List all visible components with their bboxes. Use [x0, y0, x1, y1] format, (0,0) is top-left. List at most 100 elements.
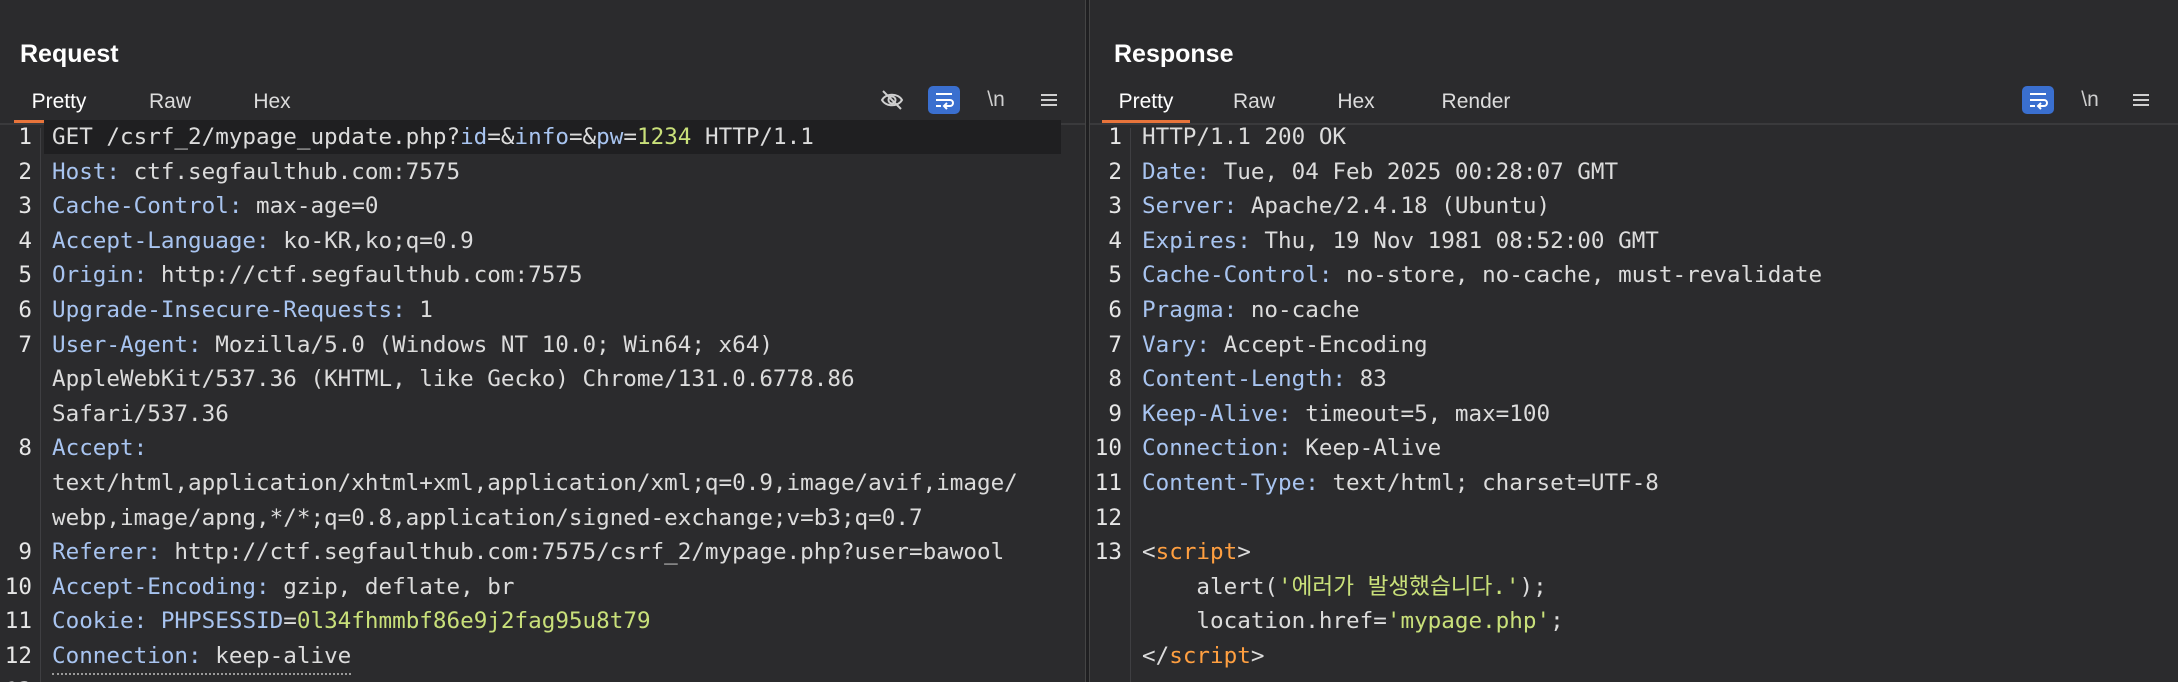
request-tab-hex[interactable]: Hex	[232, 84, 312, 124]
line-text: Referer: http://ctf.segfaulthub.com:7575…	[52, 535, 1004, 569]
request-editor[interactable]: 1 GET /csrf_2/mypage_update.php?id=&info=…	[0, 120, 1085, 682]
line-text: Pragma: no-cache	[1142, 293, 1360, 327]
code-token: text/html,application/xhtml+xml,applicat…	[52, 470, 1018, 496]
line-text: Server: Apache/2.4.18 (Ubuntu)	[1142, 189, 1550, 223]
code-line[interactable]: webp,image/apng,*/*;q=0.8,application/si…	[0, 501, 1085, 535]
code-line[interactable]: AppleWebKit/537.36 (KHTML, like Gecko) C…	[0, 362, 1085, 396]
code-line[interactable]: 10 Connection: Keep-Alive	[1090, 431, 2178, 465]
code-line[interactable]: location.href='mypage.php';	[1090, 604, 2178, 638]
code-token: Thu, 19 Nov 1981 08:52:00 GMT	[1250, 227, 1659, 254]
line-number: 11	[4, 608, 32, 635]
line-text: Upgrade-Insecure-Requests: 1	[52, 293, 433, 327]
code-token: id	[460, 124, 488, 150]
line-text: Accept-Encoding: gzip, deflate, br	[52, 570, 515, 604]
menu-icon[interactable]	[2126, 86, 2156, 114]
code-token: Connection:	[1142, 435, 1292, 462]
code-token: Accept-Language:	[52, 227, 270, 254]
eye-off-icon[interactable]	[876, 86, 908, 114]
response-tab-raw[interactable]: Raw	[1214, 84, 1294, 124]
response-tab-hex[interactable]: Hex	[1316, 84, 1396, 124]
code-token: text/html; charset=UTF-8	[1318, 470, 1659, 496]
line-number: 8	[18, 435, 32, 462]
code-token: no-store, no-cache, must-revalidate	[1332, 262, 1823, 289]
response-editor[interactable]: 1 HTTP/1.1 200 OK 2 Date: Tue, 04 Feb 2025 …	[1090, 124, 2178, 682]
line-text: Cookie: PHPSESSID=0l34fhmmbf86e9j2fag95u…	[52, 604, 651, 638]
line-text: location.href='mypage.php';	[1142, 604, 1564, 638]
code-token: Accept:	[52, 435, 148, 462]
newline-toggle[interactable]: \n	[2072, 86, 2108, 114]
wrap-icon[interactable]	[2022, 86, 2054, 114]
code-token: Apache/2.4.18 (Ubuntu)	[1237, 193, 1551, 220]
line-text: Expires: Thu, 19 Nov 1981 08:52:00 GMT	[1142, 224, 1659, 258]
code-line[interactable]: 3 Cache-Control: max-age=0	[0, 189, 1085, 223]
line-text: Accept:	[52, 431, 147, 465]
code-token: >	[1237, 539, 1251, 566]
request-tab-pretty[interactable]: Pretty	[14, 84, 104, 124]
code-line[interactable]: 11 Content-Type: text/html; charset=UTF-8	[1090, 466, 2178, 500]
menu-icon[interactable]	[1034, 86, 1064, 114]
code-line[interactable]: 6 Upgrade-Insecure-Requests: 1	[0, 293, 1085, 327]
request-tab-raw[interactable]: Raw	[130, 84, 210, 124]
response-tab-pretty[interactable]: Pretty	[1102, 84, 1190, 124]
code-line[interactable]: alert('에러가 발생했습니다.');	[1090, 570, 2178, 604]
code-line[interactable]: 13 <script>	[1090, 535, 2178, 569]
line-text: Accept-Language: ko-KR,ko;q=0.9	[52, 224, 474, 258]
code-line[interactable]: 6 Pragma: no-cache	[1090, 293, 2178, 327]
response-tabs: Pretty Raw Hex Render	[1090, 84, 2178, 124]
line-text: Connection: keep-alive	[52, 639, 352, 675]
code-token: HTTP/1.1 200 OK	[1142, 124, 1347, 150]
code-line[interactable]: 3 Server: Apache/2.4.18 (Ubuntu)	[1090, 189, 2178, 223]
code-line[interactable]: 10 Accept-Encoding: gzip, deflate, br	[0, 570, 1085, 604]
code-line[interactable]: 4 Accept-Language: ko-KR,ko;q=0.9	[0, 224, 1085, 258]
code-token: script	[1169, 643, 1251, 669]
response-title: Response	[1114, 40, 1234, 68]
code-token: alert(	[1142, 573, 1279, 600]
code-line[interactable]: 11 Cookie: PHPSESSID=0l34fhmmbf86e9j2fag9…	[0, 604, 1085, 638]
code-line[interactable]: 9 Referer: http://ctf.segfaulthub.com:757…	[0, 535, 1085, 569]
code-line[interactable]: 12 Connection: keep-alive	[0, 639, 1085, 675]
code-token: Mozilla/5.0 (Windows NT 10.0; Win64; x64…	[201, 331, 773, 358]
line-text: webp,image/apng,*/*;q=0.8,application/si…	[52, 501, 923, 535]
code-line[interactable]: 2 Host: ctf.segfaulthub.com:7575	[0, 155, 1085, 189]
code-line[interactable]: 12	[1090, 501, 2178, 535]
code-token: ;	[1550, 608, 1564, 635]
code-line[interactable]: 8 Content-Length: 83	[1090, 362, 2178, 396]
code-line[interactable]: 1 HTTP/1.1 200 OK	[1090, 120, 2178, 154]
line-number: 2	[1108, 158, 1122, 185]
newline-toggle[interactable]: \n	[978, 86, 1014, 114]
code-token: Server:	[1142, 193, 1238, 220]
code-line[interactable]: 7 Vary: Accept-Encoding	[1090, 328, 2178, 362]
line-number: 3	[18, 193, 32, 220]
code-line[interactable]: 5 Cache-Control: no-store, no-cache, must…	[1090, 258, 2178, 292]
code-token: no-cache	[1237, 297, 1360, 323]
code-line[interactable]: 7 User-Agent: Mozilla/5.0 (Windows NT 10.…	[0, 328, 1085, 362]
line-number: 1	[1108, 124, 1122, 150]
line-number: 13	[0, 674, 32, 682]
code-token: ko-KR,ko;q=0.9	[269, 227, 474, 254]
line-text: AppleWebKit/537.36 (KHTML, like Gecko) C…	[52, 362, 855, 396]
code-line[interactable]: 5 Origin: http://ctf.segfaulthub.com:7575	[0, 258, 1085, 292]
code-line[interactable]: 13	[0, 674, 1085, 682]
code-token: ctf.segfaulthub.com:7575	[120, 158, 461, 185]
code-token: Accept-Encoding	[1210, 331, 1428, 358]
line-number: 6	[1108, 297, 1122, 323]
line-number: 4	[1108, 227, 1122, 254]
code-line[interactable]: 2 Date: Tue, 04 Feb 2025 00:28:07 GMT	[1090, 155, 2178, 189]
line-number: 4	[18, 227, 32, 254]
code-line[interactable]: 9 Keep-Alive: timeout=5, max=100	[1090, 397, 2178, 431]
response-tab-render[interactable]: Render	[1426, 84, 1526, 124]
line-number: 5	[18, 262, 32, 289]
code-token: Vary:	[1142, 331, 1211, 358]
line-number: 13	[1094, 539, 1122, 566]
code-token: Content-Length:	[1142, 366, 1347, 393]
wrap-icon[interactable]	[928, 86, 960, 114]
code-line[interactable]: 8 Accept:	[0, 431, 1085, 465]
code-line[interactable]: 1 GET /csrf_2/mypage_update.php?id=&info=…	[18, 120, 1061, 154]
code-line[interactable]: </script>	[1090, 639, 2178, 673]
code-line[interactable]: Safari/537.36	[0, 397, 1085, 431]
line-text: HTTP/1.1 200 OK	[1142, 120, 1346, 154]
request-tabs: Pretty Raw Hex	[0, 84, 1085, 124]
code-line[interactable]: 4 Expires: Thu, 19 Nov 1981 08:52:00 GMT	[1090, 224, 2178, 258]
code-line[interactable]: text/html,application/xhtml+xml,applicat…	[0, 466, 1085, 500]
code-token: =	[283, 608, 297, 635]
